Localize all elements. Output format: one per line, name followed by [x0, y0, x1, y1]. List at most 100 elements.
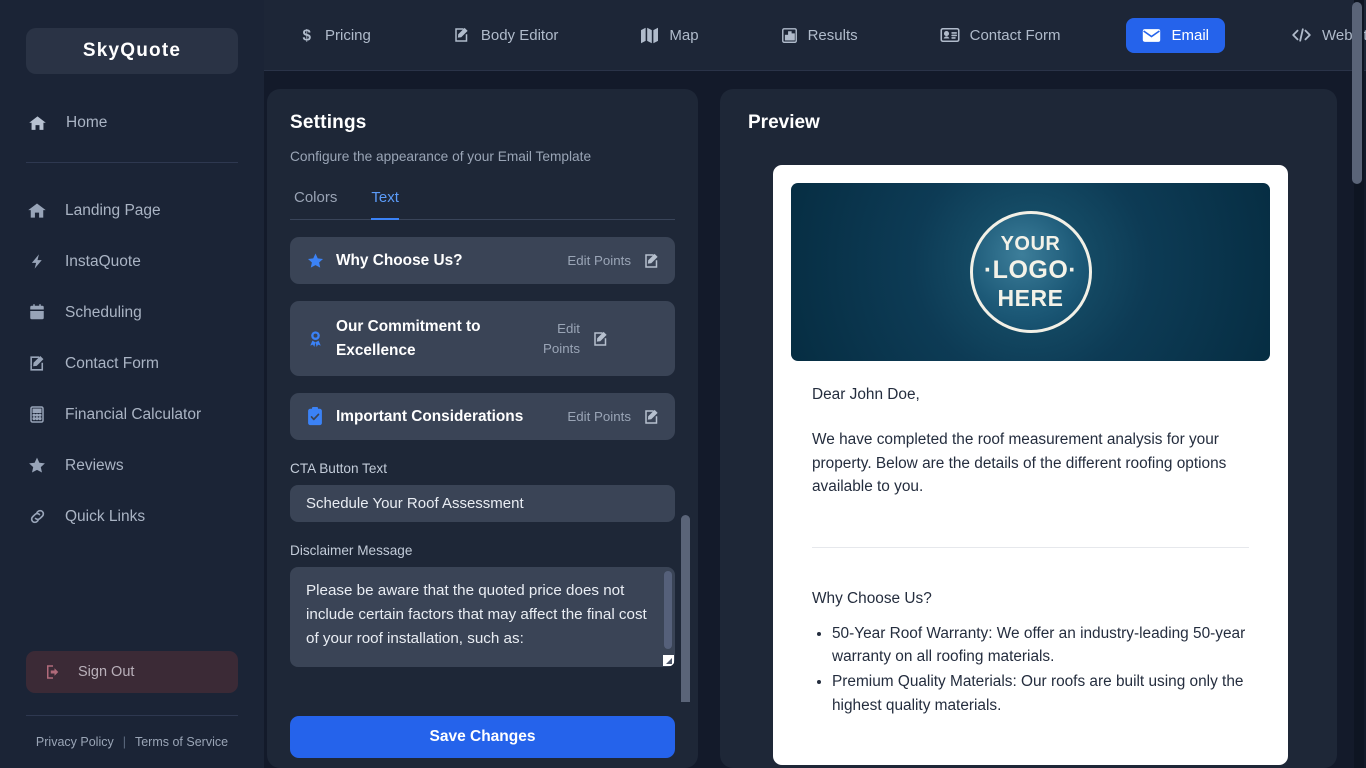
clipboard-check-icon [302, 407, 328, 426]
logo-placeholder: YOUR ·LOGO· HERE [969, 211, 1092, 333]
logo-line-1: YOUR [1000, 233, 1061, 256]
tab-contact-form[interactable]: Contact Form [924, 18, 1077, 53]
save-changes-button[interactable]: Save Changes [290, 716, 675, 758]
sidebar-item-landing-page[interactable]: Landing Page [26, 185, 238, 236]
email-greeting: Dear John Doe, [812, 386, 920, 403]
sidebar-nav: Landing Page InstaQuote Scheduling Conta… [26, 185, 238, 542]
cta-button-text-input[interactable]: Schedule Your Roof Assessment [290, 485, 675, 522]
calculator-icon [26, 405, 48, 424]
sidebar-item-label: InstaQuote [65, 252, 141, 270]
sidebar-item-label: Scheduling [65, 303, 142, 321]
award-icon [302, 329, 328, 349]
terms-of-service-link[interactable]: Terms of Service [135, 735, 228, 749]
sidebar-item-label: Contact Form [65, 354, 159, 372]
sidebar-item-scheduling[interactable]: Scheduling [26, 287, 238, 338]
edit-points-label[interactable]: Edit Points [567, 407, 631, 427]
disclaimer-text: Please be aware that the quoted price do… [306, 582, 647, 647]
edit-pencil-icon[interactable] [580, 330, 610, 348]
tab-label: Map [669, 26, 699, 44]
email-intro-paragraph: We have completed the roof measurement a… [812, 431, 1227, 496]
settings-scrollbar[interactable] [681, 515, 690, 702]
sidebar-footer: Privacy Policy | Terms of Service [26, 716, 238, 768]
star-icon [302, 252, 328, 270]
sidebar-item-instaquote[interactable]: InstaQuote [26, 236, 238, 287]
tab-label: Results [807, 26, 858, 44]
sign-out-label: Sign Out [78, 664, 135, 680]
save-button-wrap: Save Changes [267, 702, 698, 768]
app-root: SkyQuote Home Landing Page InstaQuote Sc… [0, 0, 1366, 768]
sidebar-item-label: Quick Links [65, 507, 146, 525]
tab-results[interactable]: Results [765, 18, 874, 53]
star-icon [26, 456, 48, 475]
email-body: Dear John Doe, We have completed the roo… [791, 361, 1270, 717]
page-scrollbar-track[interactable] [1352, 0, 1364, 768]
sidebar-item-reviews[interactable]: Reviews [26, 440, 238, 491]
main-area: $ Pricing Body Editor Map Results Contac… [264, 0, 1366, 768]
tab-colors[interactable]: Colors [294, 189, 337, 220]
tab-label: Email [1171, 26, 1209, 44]
settings-tabs: Colors Text [290, 189, 675, 220]
calendar-icon [26, 303, 48, 322]
sign-out-button[interactable]: Sign Out [26, 651, 238, 693]
section-row-our-commitment[interactable]: Our Commitment to Excellence Edit Points [290, 301, 675, 376]
settings-header: Settings Configure the appearance of you… [267, 89, 698, 220]
textarea-resize-handle[interactable] [663, 655, 674, 666]
sidebar-item-contact-form[interactable]: Contact Form [26, 338, 238, 389]
section-row-why-choose-us[interactable]: Why Choose Us? Edit Points [290, 237, 675, 284]
edit-points-label[interactable]: Edit Points [567, 251, 631, 271]
disclaimer-message-label: Disclaimer Message [290, 543, 413, 558]
section-label: Our Commitment to Excellence [336, 317, 481, 359]
tab-pricing[interactable]: $ Pricing [286, 18, 387, 53]
logo-line-3: HERE [997, 284, 1064, 311]
sidebar-item-quick-links[interactable]: Quick Links [26, 491, 238, 542]
home-icon [26, 201, 48, 221]
textarea-scrollbar[interactable] [664, 571, 672, 649]
edit-pencil-icon[interactable] [631, 408, 661, 426]
settings-subtitle: Configure the appearance of your Email T… [290, 149, 592, 164]
email-header-banner: YOUR ·LOGO· HERE [791, 183, 1270, 361]
content-area: Settings Configure the appearance of you… [264, 71, 1366, 768]
list-item: Premium Quality Materials: Our roofs are… [832, 670, 1249, 717]
tab-label: Contact Form [969, 26, 1061, 44]
edit-points-label[interactable]: Edit Points [528, 319, 580, 359]
sidebar: SkyQuote Home Landing Page InstaQuote Sc… [0, 0, 264, 768]
sidebar-item-home[interactable]: Home [26, 108, 238, 138]
email-preview-card: YOUR ·LOGO· HERE Dear John Doe, We have … [773, 165, 1288, 765]
section-row-important-considerations[interactable]: Important Considerations Edit Points [290, 393, 675, 440]
preview-panel: Preview YOUR ·LOGO· HERE Dear John Doe, … [720, 89, 1337, 768]
sidebar-item-financial-calculator[interactable]: Financial Calculator [26, 389, 238, 440]
disclaimer-message-textarea[interactable]: Please be aware that the quoted price do… [290, 567, 675, 667]
sidebar-home-label: Home [66, 114, 108, 131]
chart-bar-icon [781, 27, 798, 44]
tab-map[interactable]: Map [624, 18, 714, 53]
logo-line-2: ·LOGO· [983, 256, 1078, 285]
code-icon [1291, 27, 1312, 43]
edit-square-icon [26, 354, 48, 373]
map-icon [640, 27, 659, 44]
edit-square-icon [453, 26, 471, 44]
tab-email[interactable]: Email [1126, 17, 1225, 53]
id-card-icon [940, 27, 960, 43]
edit-pencil-icon[interactable] [631, 252, 661, 270]
sidebar-item-label: Financial Calculator [65, 405, 202, 423]
brand-logo[interactable]: SkyQuote [26, 28, 238, 74]
page-scrollbar-thumb[interactable] [1352, 2, 1362, 184]
section-label: Why Choose Us? [336, 251, 463, 269]
tab-body-editor[interactable]: Body Editor [437, 17, 575, 53]
sidebar-item-label: Landing Page [65, 201, 161, 219]
section-label: Important Considerations [336, 407, 524, 425]
tab-text[interactable]: Text [371, 189, 399, 220]
sidebar-item-label: Reviews [65, 456, 124, 474]
dollar-icon: $ [302, 27, 315, 43]
bolt-icon [26, 252, 48, 271]
email-section-heading: Why Choose Us? [812, 589, 932, 607]
privacy-policy-link[interactable]: Privacy Policy [36, 735, 114, 749]
settings-panel: Settings Configure the appearance of you… [267, 89, 698, 768]
home-icon [26, 114, 48, 133]
preview-title: Preview [748, 112, 820, 133]
cta-button-text-label: CTA Button Text [290, 461, 387, 476]
link-icon [26, 507, 48, 526]
page-title: Settings [290, 112, 367, 133]
tab-label: Pricing [325, 26, 371, 44]
